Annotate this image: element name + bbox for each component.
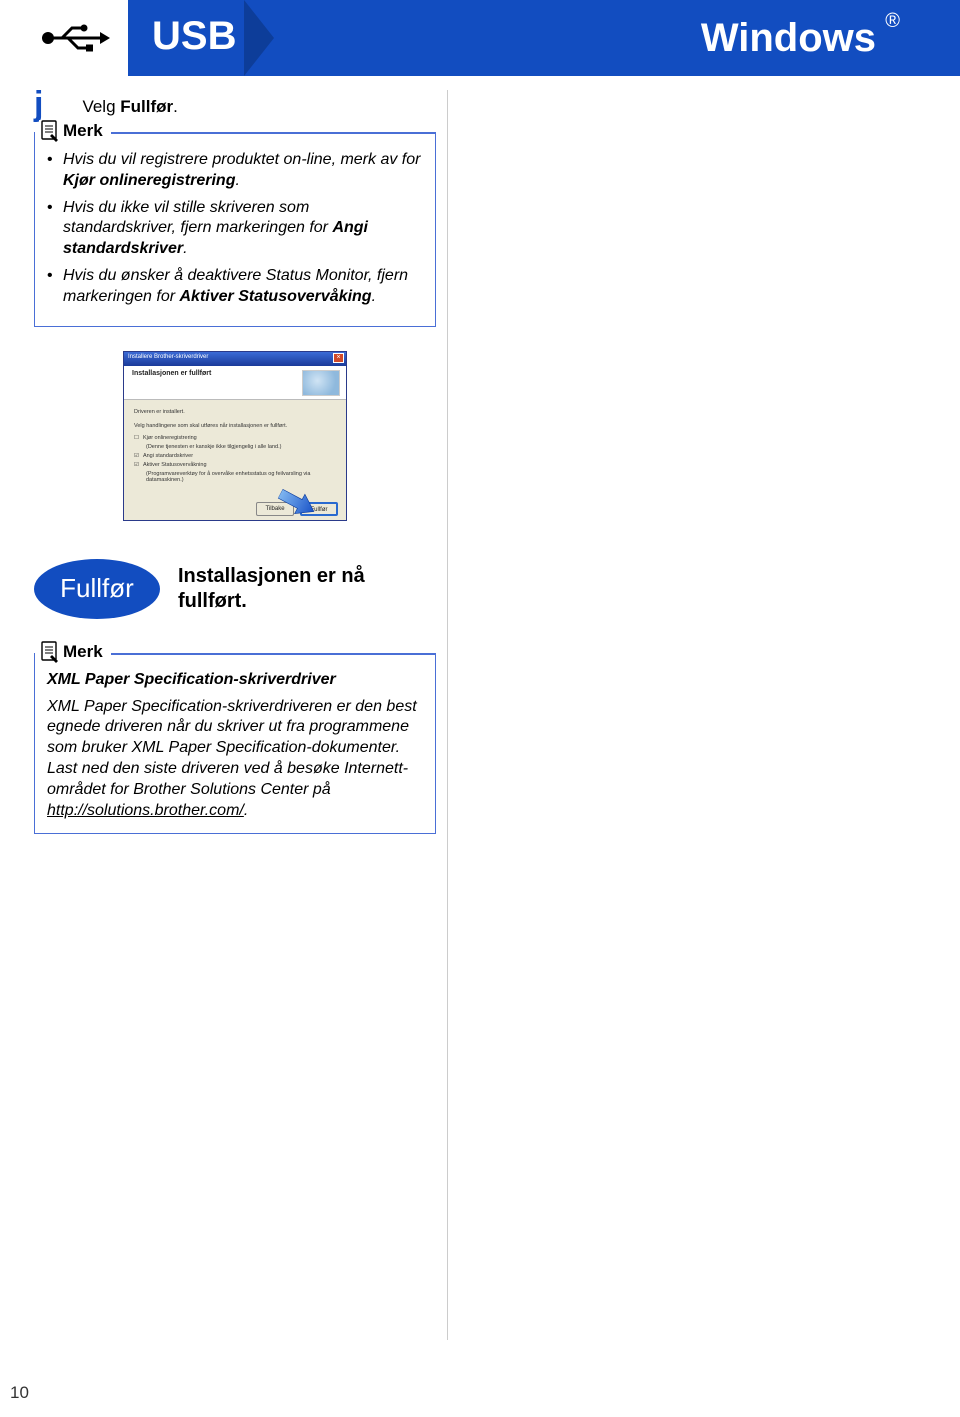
step-text-suffix: . bbox=[173, 97, 178, 116]
note-box-1: Merk Hvis du vil registrere produktet on… bbox=[34, 132, 436, 327]
note-header-2: Merk bbox=[39, 641, 111, 663]
step-text-prefix: Velg bbox=[82, 97, 120, 116]
note1-bullet-0: Hvis du vil registrere produktet on-line… bbox=[47, 150, 423, 192]
note2-body-post: . bbox=[244, 802, 248, 819]
note-icon bbox=[41, 120, 59, 142]
note2-title: XML Paper Specification-skriverdriver bbox=[47, 671, 423, 689]
dialog-title: Installere Brother-skriverdriver bbox=[128, 354, 208, 360]
page-header: USB Windows ® bbox=[0, 0, 960, 76]
note-icon bbox=[41, 641, 59, 663]
header-chevron-icon bbox=[244, 0, 274, 76]
done-badge: Fullfør bbox=[34, 559, 160, 619]
usb-icon bbox=[34, 18, 114, 58]
note-box-2: Merk XML Paper Specification-skriverdriv… bbox=[34, 653, 436, 835]
installer-screenshot: Installere Brother-skriverdriver × Insta… bbox=[123, 351, 347, 521]
step-row: j Velg Fullfør. bbox=[34, 85, 436, 124]
note2-label: Merk bbox=[63, 642, 103, 662]
note1-bullet-1: Hvis du ikke vil stille skriveren som st… bbox=[47, 198, 423, 260]
page-number: 10 bbox=[10, 1383, 29, 1403]
dialog-opt-2: ☑Angi standardskriver bbox=[134, 453, 336, 459]
dialog-line-2: Velg handlingene som skal utføres når in… bbox=[134, 423, 336, 429]
dialog-titlebar: Installere Brother-skriverdriver × bbox=[124, 352, 346, 366]
note2-body-pre: XML Paper Specification-skriverdriveren … bbox=[47, 698, 417, 798]
dialog-opt-3: ☑Aktiver Statusovervåkning bbox=[134, 462, 336, 468]
step-instruction: Velg Fullfør. bbox=[82, 97, 177, 117]
registered-mark: ® bbox=[885, 10, 900, 33]
left-column: j Velg Fullfør. Merk Hvis du vil registr… bbox=[34, 85, 436, 834]
step-letter: j bbox=[34, 85, 68, 124]
done-text: Installasjonen er nå fullført. bbox=[178, 564, 436, 614]
dialog-subtitle: Installasjonen er fullført bbox=[124, 366, 346, 400]
dialog-line-1: Driveren er installert. bbox=[134, 409, 336, 415]
dialog-opt-3-sub: (Programvareverktøy for å overvåke enhet… bbox=[146, 471, 336, 483]
note-label: Merk bbox=[63, 121, 103, 141]
solutions-link[interactable]: http://solutions.brother.com/ bbox=[47, 802, 244, 819]
done-row: Fullfør Installasjonen er nå fullført. bbox=[34, 559, 436, 619]
column-divider bbox=[447, 90, 448, 1340]
dialog-opt-1-sub: (Denne tjenesten er kanskje ikke tilgjen… bbox=[146, 444, 336, 450]
close-icon[interactable]: × bbox=[333, 353, 344, 363]
note2-body: XML Paper Specification-skriverdriveren … bbox=[47, 697, 423, 822]
dialog-body: Driveren er installert. Velg handlingene… bbox=[124, 400, 346, 492]
step-text-bold: Fullfør bbox=[120, 97, 173, 116]
header-os-label: Windows bbox=[701, 16, 876, 61]
note-header: Merk bbox=[39, 120, 111, 142]
note1-bullet-2: Hvis du ønsker å deaktivere Status Monit… bbox=[47, 266, 423, 308]
header-usb-label: USB bbox=[152, 14, 236, 59]
dialog-opt-1: ☐Kjør onlineregistrering bbox=[134, 435, 336, 441]
